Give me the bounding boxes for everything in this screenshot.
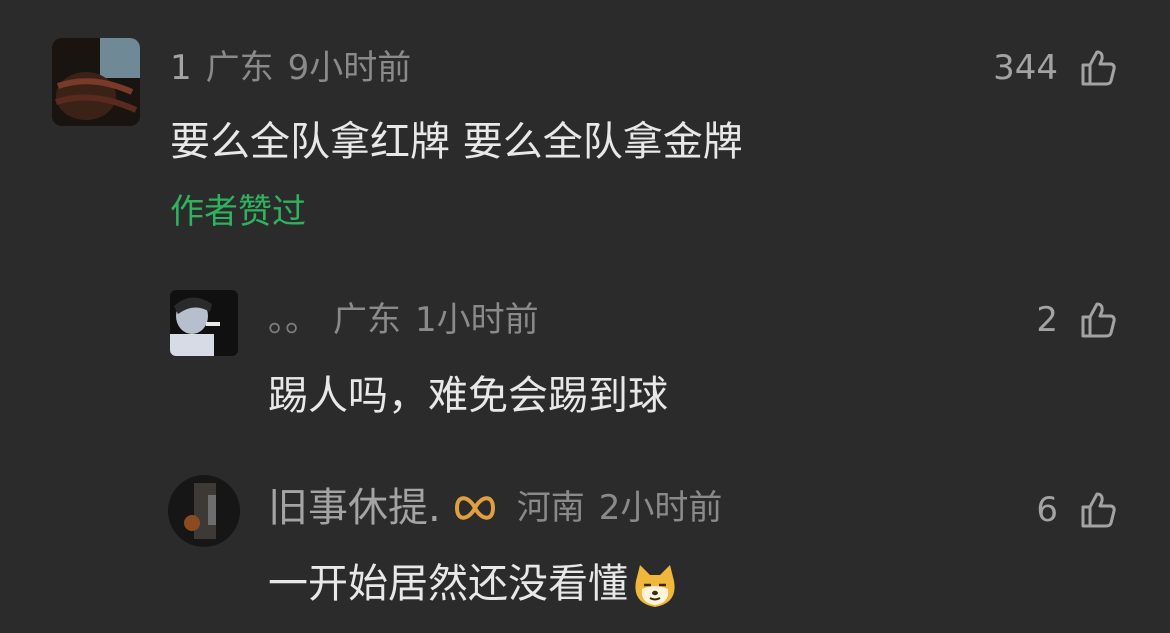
doge-emoji xyxy=(630,561,680,611)
comment-text: 要么全队拿红牌 要么全队拿金牌 xyxy=(170,119,743,165)
timestamp: 9小时前 xyxy=(287,48,412,88)
like-button[interactable]: 6 xyxy=(1036,490,1118,530)
location: 河南 xyxy=(516,488,585,528)
reply-text: 踢人吗，难免会踢到球 xyxy=(268,373,668,419)
reply-text-content: 一开始居然还没看懂 xyxy=(268,561,628,607)
location: 广东 xyxy=(205,48,274,88)
timestamp: 2小时前 xyxy=(598,488,723,528)
reply-text: 一开始居然还没看懂 xyxy=(268,560,680,611)
like-button[interactable]: 2 xyxy=(1036,300,1118,340)
reply-meta: 旧事休提. 河南 2小时前 xyxy=(268,488,722,528)
avatar-night-photo xyxy=(168,475,240,547)
avatar[interactable] xyxy=(168,475,240,547)
timestamp: 1小时前 xyxy=(415,300,539,340)
username[interactable]: 1 xyxy=(170,48,192,88)
like-button[interactable]: 344 xyxy=(993,48,1118,88)
thumbs-up-icon xyxy=(1081,302,1116,338)
reply-meta: 。。 广东 1小时前 xyxy=(268,300,539,340)
avatar-boy-photo xyxy=(170,290,238,356)
username[interactable]: 旧事休提. xyxy=(268,488,441,528)
username[interactable]: 。。 xyxy=(268,300,319,340)
comment-meta: 1 广东 9小时前 xyxy=(170,48,411,88)
like-count: 2 xyxy=(1036,300,1058,340)
like-count: 6 xyxy=(1036,490,1058,530)
author-liked-label: 作者赞过 xyxy=(170,192,306,232)
thumbs-up-icon xyxy=(1081,492,1116,528)
infinity-badge-icon xyxy=(451,488,499,528)
thumbs-up-icon xyxy=(1081,50,1116,86)
like-count: 344 xyxy=(993,48,1058,88)
location: 广东 xyxy=(333,300,401,340)
avatar[interactable] xyxy=(170,290,238,356)
avatar-dark-photo xyxy=(52,38,140,126)
avatar[interactable] xyxy=(52,38,140,126)
